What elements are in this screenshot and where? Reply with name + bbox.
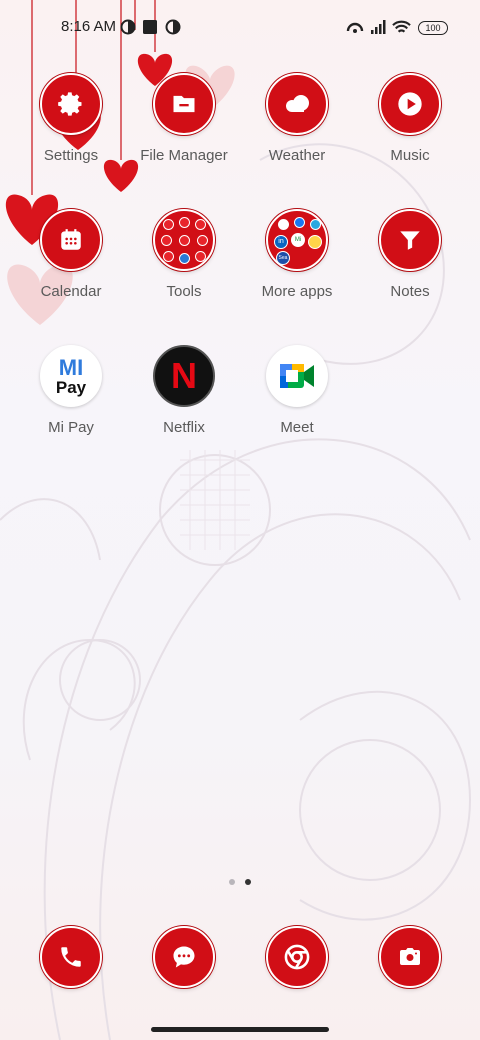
app-label: Settings <box>43 147 99 164</box>
app-label: Tools <box>166 283 202 300</box>
app-meet[interactable]: Meet <box>242 345 352 436</box>
app-label: File Manager <box>140 147 228 164</box>
dock-messages[interactable] <box>129 926 239 988</box>
data-saver-icon <box>120 19 136 35</box>
folder-icon: in Mi Sea <box>266 209 328 271</box>
app-netflix[interactable]: N Netflix <box>129 345 239 436</box>
data-saver-icon <box>165 19 181 35</box>
signal-icon <box>371 20 386 34</box>
clock: 8:16 AM <box>61 18 117 35</box>
play-icon <box>379 73 441 135</box>
app-label: Music <box>390 147 430 164</box>
chrome-icon <box>266 926 328 988</box>
wifi-icon <box>392 20 411 33</box>
battery-indicator: 100 <box>418 21 448 35</box>
app-notes[interactable]: Notes <box>355 209 465 300</box>
app-label: Netflix <box>163 419 205 436</box>
dock-phone[interactable] <box>16 926 126 988</box>
dock-camera[interactable] <box>355 926 465 988</box>
app-file-manager[interactable]: File Manager <box>129 73 239 164</box>
folder-icon <box>153 73 215 135</box>
folder-tools[interactable]: Tools <box>129 209 239 300</box>
netflix-logo: N <box>153 345 215 407</box>
stop-square-icon <box>143 20 157 34</box>
home-gesture-bar[interactable] <box>151 1027 329 1032</box>
app-label: Mi Pay <box>48 419 94 436</box>
notes-icon <box>379 209 441 271</box>
mi-pay-logo: MI Pay <box>40 345 102 407</box>
chat-icon <box>153 926 215 988</box>
gear-icon <box>40 73 102 135</box>
hotspot-icon <box>346 22 364 33</box>
folder-icon <box>153 209 215 271</box>
meet-logo <box>266 345 328 407</box>
app-calendar[interactable]: Calendar <box>16 209 126 300</box>
app-label: Calendar <box>40 283 102 300</box>
app-music[interactable]: Music <box>355 73 465 164</box>
status-bar: 8:16 AM 100 <box>0 0 480 56</box>
phone-icon <box>40 926 102 988</box>
page-dot-active[interactable] <box>245 879 251 885</box>
page-dot[interactable] <box>229 879 235 885</box>
cloud-icon <box>266 73 328 135</box>
folder-more-apps[interactable]: in Mi Sea More apps <box>242 209 352 300</box>
app-label: More apps <box>261 283 333 300</box>
app-label: Weather <box>268 147 326 164</box>
dock-chrome[interactable] <box>242 926 352 988</box>
app-label: Notes <box>390 283 430 300</box>
app-weather[interactable]: Weather <box>242 73 352 164</box>
app-mi-pay[interactable]: MI Pay Mi Pay <box>16 345 126 436</box>
calendar-icon <box>40 209 102 271</box>
app-settings[interactable]: Settings <box>16 73 126 164</box>
app-label: Meet <box>280 419 314 436</box>
camera-icon <box>379 926 441 988</box>
